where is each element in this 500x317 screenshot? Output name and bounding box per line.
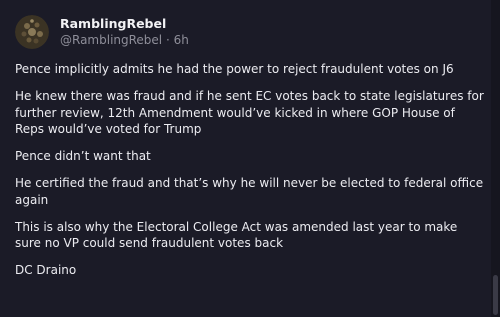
- scrollbar-thumb[interactable]: [493, 275, 498, 315]
- meta-separator: ·: [162, 33, 174, 47]
- post-card: RamblingRebel @RamblingRebel · 6h Pence …: [0, 0, 500, 317]
- post-paragraph: Pence didn’t want that: [15, 149, 151, 163]
- post-text: Pence implicitly admits he had the power…: [15, 61, 487, 289]
- post-timestamp[interactable]: 6h: [174, 33, 189, 47]
- post-paragraph: He certified the fraud and that’s why he…: [15, 176, 484, 207]
- scrollbar-track[interactable]: [491, 0, 500, 317]
- post-paragraph: Pence implicitly admits he had the power…: [15, 62, 454, 76]
- post-paragraph: DC Draino: [15, 263, 77, 277]
- author-handle-row: @RamblingRebel · 6h: [60, 32, 189, 48]
- avatar-image: [15, 15, 49, 49]
- post-header: RamblingRebel @RamblingRebel · 6h: [15, 15, 189, 49]
- post-paragraph: He knew there was fraud and if he sent E…: [15, 89, 484, 136]
- post-paragraph: This is also why the Electoral College A…: [15, 219, 458, 251]
- author-handle[interactable]: @RamblingRebel: [60, 33, 162, 47]
- author-meta: RamblingRebel @RamblingRebel · 6h: [60, 16, 189, 48]
- avatar[interactable]: [15, 15, 49, 49]
- author-display-name[interactable]: RamblingRebel: [60, 16, 189, 32]
